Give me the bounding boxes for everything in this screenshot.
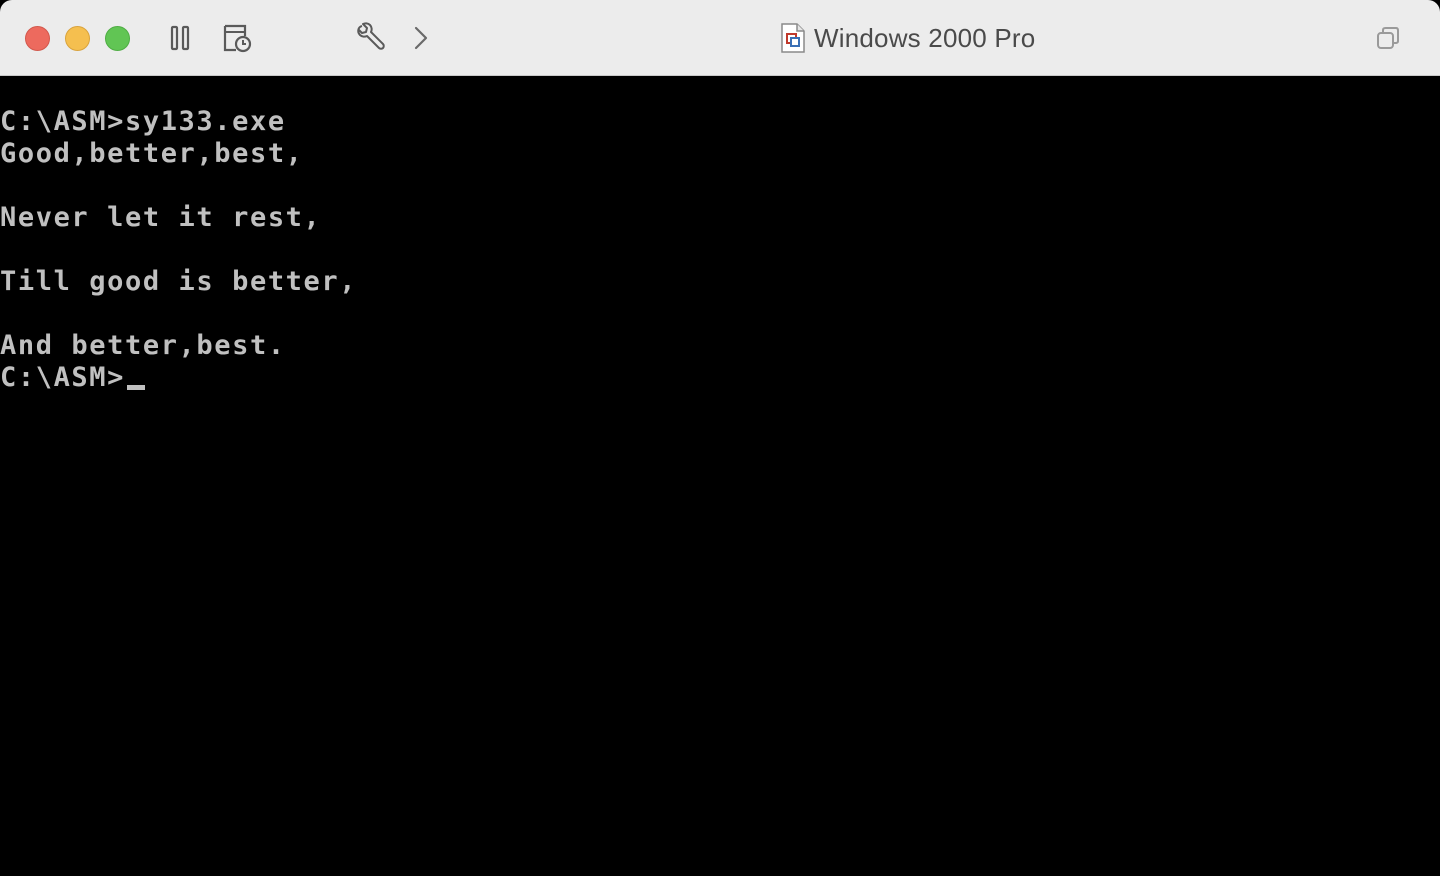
vm-console-screen[interactable]: C:\ASM>sy133.exe Good,better,best, Never…	[0, 76, 1440, 876]
pause-icon[interactable]	[164, 22, 196, 54]
zoom-button[interactable]	[105, 26, 130, 51]
console-line: Good,better,best,	[0, 138, 304, 169]
close-button[interactable]	[25, 26, 50, 51]
console-prompt-line: C:\ASM>	[0, 362, 357, 394]
console-line: And better,best.	[0, 330, 286, 361]
window-copy-icon[interactable]	[1372, 22, 1404, 54]
snapshot-icon[interactable]	[221, 22, 253, 54]
text-cursor	[127, 385, 145, 390]
console-output: C:\ASM>sy133.exe Good,better,best, Never…	[0, 106, 357, 394]
vm-document-icon	[780, 22, 806, 54]
window-title: Windows 2000 Pro	[780, 20, 1035, 56]
console-line: Never let it rest,	[0, 202, 322, 233]
settings-wrench-icon[interactable]	[354, 22, 386, 54]
forward-chevron-icon[interactable]	[404, 22, 436, 54]
console-line: Till good is better,	[0, 266, 358, 297]
minimize-button[interactable]	[65, 26, 90, 51]
window-title-text: Windows 2000 Pro	[814, 22, 1036, 53]
vm-window: Windows 2000 Pro C:\ASM>sy133.exe Good,b…	[0, 0, 1440, 876]
title-bar[interactable]: Windows 2000 Pro	[0, 0, 1440, 76]
console-prompt: C:\ASM>	[0, 362, 125, 393]
console-line: C:\ASM>sy133.exe	[0, 106, 286, 137]
